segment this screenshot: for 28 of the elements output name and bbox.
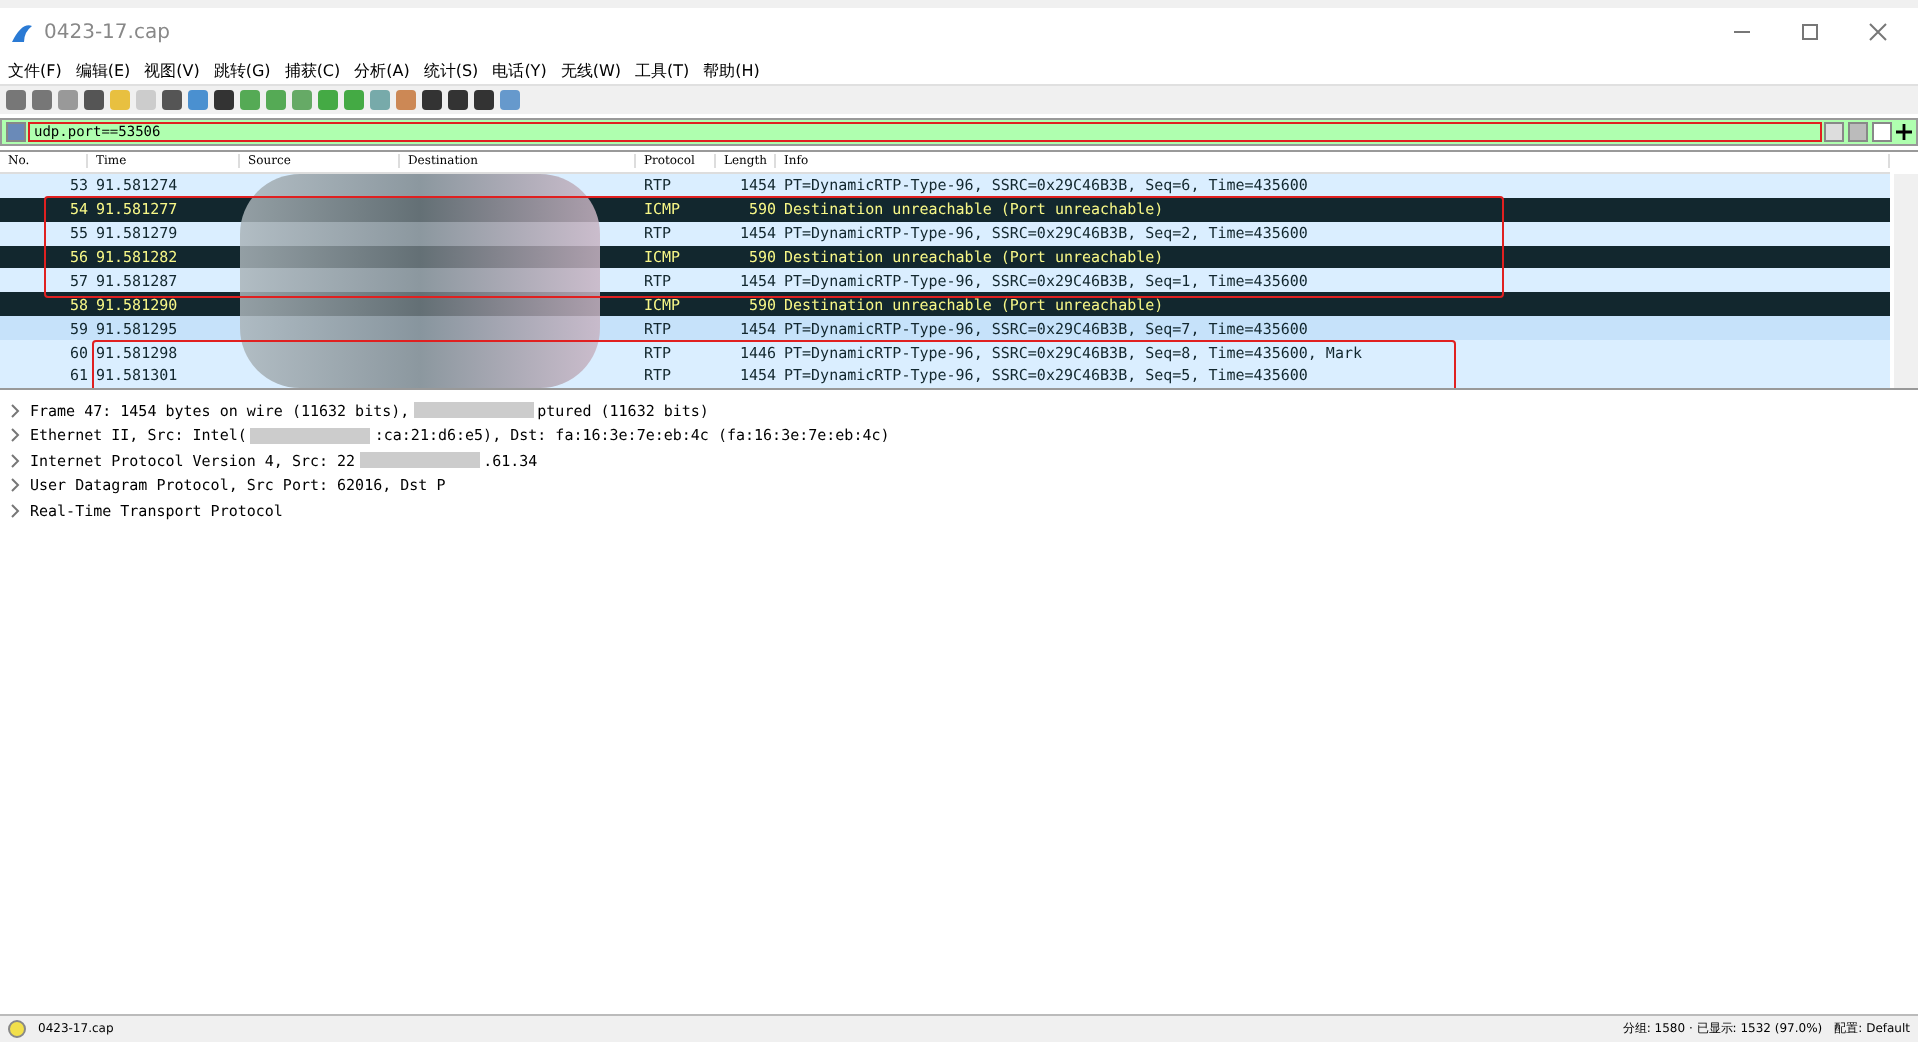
menu-item[interactable]: 编辑(E)	[73, 59, 133, 81]
status-icon	[8, 1020, 26, 1038]
chevron-icon[interactable]	[10, 453, 20, 468]
menu-item[interactable]: 分析(A)	[352, 59, 412, 81]
menu-item[interactable]: 文件(F)	[6, 59, 64, 81]
menu-item[interactable]: 无线(W)	[558, 59, 623, 81]
menu-item[interactable]: 电话(Y)	[490, 59, 549, 81]
chevron-icon[interactable]	[10, 428, 20, 443]
menu-item[interactable]: 捕获(C)	[282, 59, 343, 81]
menu-item[interactable]: 视图(V)	[142, 59, 202, 81]
scrollbar[interactable]	[1894, 174, 1918, 388]
chevron-icon[interactable]	[10, 403, 20, 418]
clear-icon[interactable]	[1824, 122, 1844, 142]
close-icon[interactable]	[1868, 22, 1888, 42]
menu-item[interactable]: 工具(T)	[632, 59, 692, 81]
chevron-icon[interactable]	[10, 478, 20, 493]
add-icon[interactable]	[1896, 124, 1912, 140]
maximize-icon[interactable]	[1800, 22, 1820, 42]
menu-item[interactable]: 统计(S)	[421, 59, 481, 81]
app-logo-icon	[12, 22, 32, 42]
redaction-block	[250, 427, 371, 444]
apply-icon[interactable]	[1848, 122, 1868, 142]
redaction-block	[359, 452, 480, 469]
chevron-icon[interactable]	[10, 503, 20, 518]
menu-item[interactable]: 帮助(H)	[701, 59, 762, 81]
menu-item[interactable]: 跳转(G)	[211, 59, 273, 81]
window-title: 0423-17.cap	[44, 21, 172, 43]
redaction-block	[413, 402, 534, 419]
